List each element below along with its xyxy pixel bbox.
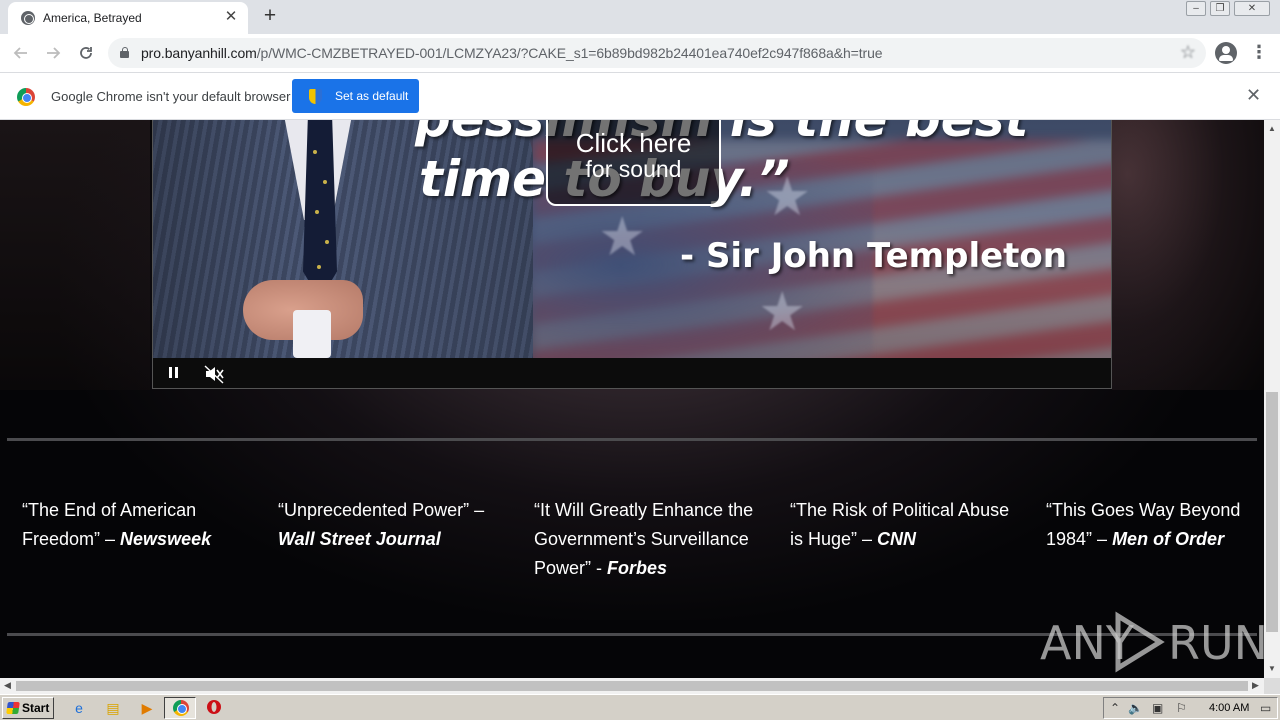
taskbar-clock[interactable]: 4:00 AM — [1209, 702, 1249, 714]
internet-explorer-icon[interactable]: e — [70, 699, 88, 717]
chrome-logo-icon — [17, 88, 35, 106]
address-bar[interactable]: pro.banyanhill.com/p/WMC-CMZBETRAYED-001… — [108, 38, 1206, 68]
quote-author: - Sir John Templeton — [680, 236, 1067, 276]
tab-strip: America, Betrayed ✕ + – ❐ ✕ — [0, 0, 1280, 34]
network-icon[interactable]: ▣ — [1152, 701, 1163, 715]
press-quote: “This Goes Way Beyond 1984” – Men of Ord… — [1046, 500, 1241, 549]
vertical-scrollbar[interactable]: ▲ ▼ — [1264, 120, 1280, 678]
scroll-up-arrow-icon[interactable]: ▲ — [1268, 124, 1276, 133]
volume-icon[interactable]: 🔈 — [1128, 701, 1143, 715]
browser-tab[interactable]: America, Betrayed ✕ — [8, 2, 248, 34]
close-window-button[interactable]: ✕ — [1234, 1, 1270, 16]
chrome-icon — [173, 700, 189, 716]
back-icon[interactable] — [8, 40, 34, 66]
infobar-message: Google Chrome isn't your default browser — [51, 89, 291, 104]
tab-title: America, Betrayed — [43, 11, 142, 25]
start-button[interactable]: Start — [2, 697, 54, 719]
globe-icon — [21, 11, 35, 25]
press-quote: “The Risk of Political Abuse is Huge” – … — [790, 500, 1010, 549]
scroll-left-arrow-icon[interactable]: ◀ — [4, 680, 11, 691]
chrome-taskbar-button[interactable] — [164, 697, 196, 719]
tie-image — [303, 120, 337, 300]
pause-icon[interactable] — [168, 367, 179, 379]
click-for-sound-button[interactable]: Click here for sound — [546, 120, 721, 206]
forward-icon[interactable] — [40, 40, 66, 66]
windows-flag-icon — [6, 702, 20, 714]
flag-star-icon: ★ — [758, 282, 807, 342]
video-player[interactable]: ★ ★ ★ pessimism is the best time to buy.… — [152, 120, 1112, 389]
action-center-flag-icon[interactable]: ⚐ — [1176, 701, 1187, 715]
lock-icon[interactable] — [120, 47, 129, 58]
press-quote: “The End of American Freedom” – Newsweek — [22, 500, 212, 549]
flag-star-icon: ★ — [598, 207, 647, 267]
close-tab-icon[interactable]: ✕ — [222, 8, 240, 26]
mute-speaker-icon[interactable] — [203, 364, 225, 384]
press-quote: “Unprecedented Power” – Wall Street Jour… — [278, 500, 485, 549]
bookmark-star-icon[interactable]: ☆ — [1180, 42, 1196, 63]
vertical-scroll-thumb[interactable] — [1266, 392, 1278, 632]
default-browser-infobar: Google Chrome isn't your default browser… — [0, 72, 1280, 120]
horizontal-scroll-thumb[interactable] — [16, 681, 1248, 691]
url-text[interactable]: pro.banyanhill.com/p/WMC-CMZBETRAYED-001… — [141, 45, 883, 61]
restore-window-button[interactable]: ❐ — [1210, 1, 1230, 16]
close-infobar-icon[interactable]: ✕ — [1246, 85, 1261, 106]
page-content: ★ ★ ★ pessimism is the best time to buy.… — [0, 120, 1264, 678]
opera-icon[interactable] — [205, 699, 223, 717]
menu-dots-icon[interactable]: ⋮ — [1250, 41, 1268, 65]
divider — [7, 438, 1257, 441]
video-controls — [153, 358, 1111, 388]
set-as-default-button[interactable]: Set as default — [292, 79, 419, 113]
show-desktop-icon[interactable]: ▭ — [1260, 701, 1271, 715]
quote-line-1: pessimism is the best — [415, 120, 1028, 148]
profile-avatar-icon[interactable] — [1215, 42, 1237, 64]
windows-taskbar: Start e ▤ ▶ ⌃ 🔈 ▣ ⚐ 4:00 AM ▭ — [0, 694, 1280, 720]
play-logo-icon — [1110, 610, 1168, 674]
press-quote: “It Will Greatly Enhance the Government’… — [534, 500, 754, 578]
new-tab-button[interactable]: + — [258, 5, 282, 29]
video-frame[interactable]: ★ ★ ★ pessimism is the best time to buy.… — [153, 120, 1111, 358]
horizontal-scrollbar[interactable]: ◀ ▶ — [0, 678, 1264, 694]
browser-toolbar: pro.banyanhill.com/p/WMC-CMZBETRAYED-001… — [0, 34, 1280, 72]
reload-icon[interactable] — [73, 40, 99, 66]
system-tray: ⌃ 🔈 ▣ ⚐ 4:00 AM ▭ — [1103, 697, 1278, 719]
scroll-right-arrow-icon[interactable]: ▶ — [1252, 680, 1259, 691]
shield-icon — [309, 89, 322, 104]
minimize-window-button[interactable]: – — [1186, 1, 1206, 16]
scroll-down-arrow-icon[interactable]: ▼ — [1268, 664, 1276, 673]
media-player-icon[interactable]: ▶ — [138, 699, 156, 717]
tray-expand-icon[interactable]: ⌃ — [1110, 701, 1120, 715]
folder-icon[interactable]: ▤ — [104, 699, 122, 717]
